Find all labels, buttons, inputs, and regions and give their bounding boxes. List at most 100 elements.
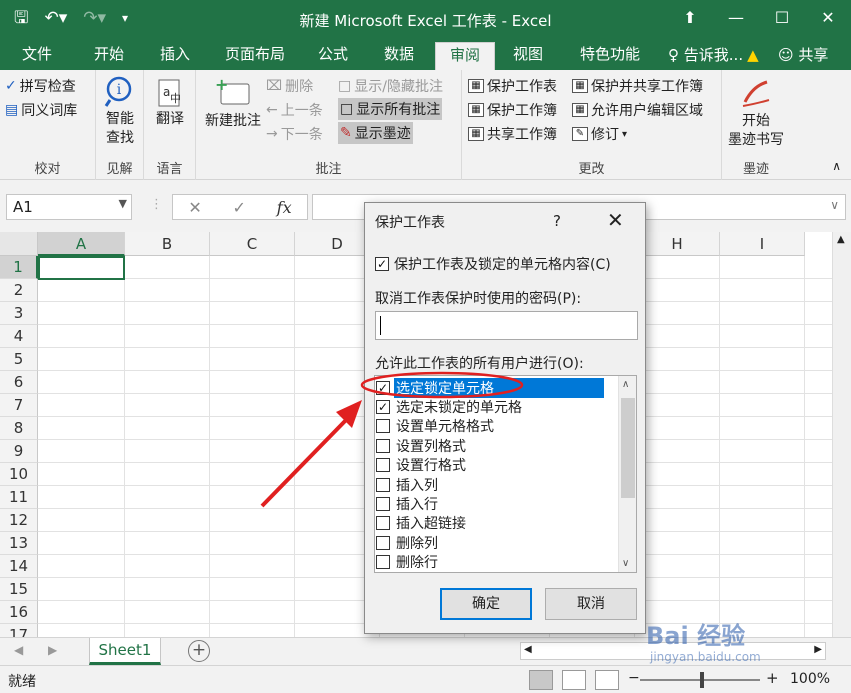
show-all-comments-button[interactable]: □ 显示所有批注 xyxy=(338,98,443,120)
row-header-9[interactable]: 9 xyxy=(0,440,38,463)
share-button[interactable]: ☺ 共享 xyxy=(778,44,828,65)
row-header-3[interactable]: 3 xyxy=(0,302,38,325)
row-header-13[interactable]: 13 xyxy=(0,532,38,555)
row-header-12[interactable]: 12 xyxy=(0,509,38,532)
show-ink-button[interactable]: ✎ 显示墨迹 xyxy=(338,122,413,144)
page-break-view-icon[interactable] xyxy=(595,670,619,690)
permission-item[interactable]: 设置行格式 xyxy=(376,456,468,475)
chevron-down-icon[interactable]: ▼ xyxy=(119,197,127,210)
row-header-1[interactable]: 1 xyxy=(0,256,38,279)
permission-item[interactable]: 设置列格式 xyxy=(376,436,468,455)
column-header-h[interactable]: H xyxy=(635,232,720,256)
row-header-11[interactable]: 11 xyxy=(0,486,38,509)
permission-checkbox[interactable] xyxy=(376,438,390,453)
cancel-button[interactable]: 取消 xyxy=(545,588,637,620)
scroll-thumb[interactable] xyxy=(621,398,635,498)
protect-contents-checkbox-row[interactable]: ✓ 保护工作表及锁定的单元格内容(C) xyxy=(375,254,611,274)
row-header-2[interactable]: 2 xyxy=(0,279,38,302)
share-workbook-button[interactable]: ▦ 共享工作簿 xyxy=(468,124,557,144)
scroll-down-icon[interactable]: ∨ xyxy=(622,558,629,569)
ribbon-display-icon[interactable]: ⬆ xyxy=(667,0,713,38)
tab-special-features[interactable]: 特色功能 xyxy=(580,44,640,64)
password-input[interactable] xyxy=(375,311,638,340)
row-header-14[interactable]: 14 xyxy=(0,555,38,578)
protect-workbook-button[interactable]: ▦ 保护工作簿 xyxy=(468,100,557,120)
protect-share-workbook-button[interactable]: ▦ 保护并共享工作簿 xyxy=(572,76,703,96)
row-header-8[interactable]: 8 xyxy=(0,417,38,440)
tab-file[interactable]: 文件 xyxy=(22,44,52,64)
show-hide-comment-button[interactable]: □ 显示/隐藏批注 xyxy=(338,76,443,96)
permission-checkbox[interactable]: ✓ xyxy=(376,399,390,414)
tab-page-layout[interactable]: 页面布局 xyxy=(225,44,285,64)
name-box[interactable]: A1 ▼ xyxy=(6,194,132,220)
permission-item[interactable]: 删除列 xyxy=(376,533,440,552)
zoom-level[interactable]: 100% xyxy=(790,671,830,687)
ok-button[interactable]: 确定 xyxy=(440,588,532,620)
collapse-ribbon-icon[interactable]: ∧ xyxy=(832,159,841,173)
maximize-icon[interactable]: ☐ xyxy=(759,0,805,38)
close-icon[interactable]: ✕ xyxy=(805,0,851,38)
column-header-a[interactable]: A xyxy=(38,232,125,256)
row-header-10[interactable]: 10 xyxy=(0,463,38,486)
allow-edit-ranges-button[interactable]: ▦ 允许用户编辑区域 xyxy=(572,100,703,120)
sheet-next-icon[interactable]: ▶ xyxy=(48,643,57,657)
permission-item[interactable]: 插入超链接 xyxy=(376,514,468,533)
expand-formula-icon[interactable]: ∨ xyxy=(830,198,839,212)
close-icon[interactable]: ✕ xyxy=(607,208,624,232)
insert-function-button[interactable]: fx xyxy=(277,198,292,217)
permission-checkbox[interactable] xyxy=(376,496,390,511)
permission-checkbox[interactable] xyxy=(376,419,390,434)
tab-formulas[interactable]: 公式 xyxy=(318,44,348,64)
sheet-prev-icon[interactable]: ◀ xyxy=(14,643,23,657)
tab-view[interactable]: 视图 xyxy=(513,44,543,64)
scroll-up-icon[interactable]: ▲ xyxy=(837,234,845,245)
permission-item[interactable]: ✓ 选定锁定单元格 xyxy=(376,377,604,398)
column-header-i[interactable]: I xyxy=(720,232,805,256)
permission-item[interactable]: 设置单元格格式 xyxy=(376,417,496,436)
scroll-up-icon[interactable]: ∧ xyxy=(622,379,629,390)
active-cell-a1[interactable] xyxy=(38,256,125,280)
permission-item[interactable]: 插入列 xyxy=(376,475,440,494)
column-header-c[interactable]: C xyxy=(210,232,295,256)
page-layout-view-icon[interactable] xyxy=(562,670,586,690)
row-header-16[interactable]: 16 xyxy=(0,601,38,624)
permission-checkbox[interactable] xyxy=(376,516,390,531)
tab-data[interactable]: 数据 xyxy=(384,44,414,64)
sheet-tab-sheet1[interactable]: Sheet1 xyxy=(89,638,161,665)
minimize-icon[interactable]: — xyxy=(713,0,759,38)
permission-checkbox[interactable] xyxy=(376,535,390,550)
tell-me-box[interactable]: ♀ 告诉我... ▲ xyxy=(668,44,759,65)
help-button[interactable]: ? xyxy=(553,212,561,230)
scroll-right-icon[interactable]: ▶ xyxy=(814,644,822,655)
tab-review[interactable]: 审阅 xyxy=(435,42,496,70)
zoom-slider-thumb[interactable] xyxy=(700,672,704,688)
permissions-list[interactable]: ✓ 选定锁定单元格 ✓ 选定未锁定的单元格 设置单元格格式 设置列格式 设置行格式 插入列 插入… xyxy=(374,375,637,573)
track-changes-button[interactable]: ✎ 修订 ▾ xyxy=(572,124,627,144)
permission-checkbox[interactable]: ✓ xyxy=(376,380,390,395)
enter-formula-icon[interactable]: ✓ xyxy=(233,198,246,217)
delete-comment-button[interactable]: ⌧ 删除 xyxy=(266,76,313,96)
permissions-scrollbar[interactable]: ∧ ∨ xyxy=(618,376,636,572)
permission-item[interactable]: 删除行 xyxy=(376,553,440,572)
smart-lookup-button[interactable]: i 智能 查找 xyxy=(102,76,138,148)
permission-item[interactable]: ✓ 选定未锁定的单元格 xyxy=(376,397,524,416)
vertical-scrollbar[interactable]: ▲ xyxy=(832,232,851,640)
row-header-4[interactable]: 4 xyxy=(0,325,38,348)
scroll-left-icon[interactable]: ◀ xyxy=(524,644,532,655)
permission-item[interactable]: 插入行 xyxy=(376,494,440,513)
previous-comment-button[interactable]: ← 上一条 xyxy=(266,100,323,120)
zoom-in-icon[interactable]: + xyxy=(766,669,779,687)
cancel-formula-icon[interactable]: ✕ xyxy=(188,198,201,217)
next-comment-button[interactable]: → 下一条 xyxy=(266,124,323,144)
zoom-out-icon[interactable]: − xyxy=(628,670,640,686)
thesaurus-button[interactable]: ▤ 同义词库 xyxy=(5,100,77,120)
permission-checkbox[interactable] xyxy=(376,458,390,473)
tab-home[interactable]: 开始 xyxy=(94,44,124,64)
column-header-b[interactable]: B xyxy=(125,232,210,256)
protect-sheet-button[interactable]: ▦ 保护工作表 xyxy=(468,76,557,96)
tab-insert[interactable]: 插入 xyxy=(160,44,190,64)
protect-contents-checkbox[interactable]: ✓ xyxy=(375,257,389,271)
permission-checkbox[interactable] xyxy=(376,477,390,492)
add-sheet-icon[interactable]: + xyxy=(188,640,210,662)
permission-checkbox[interactable] xyxy=(376,555,390,570)
